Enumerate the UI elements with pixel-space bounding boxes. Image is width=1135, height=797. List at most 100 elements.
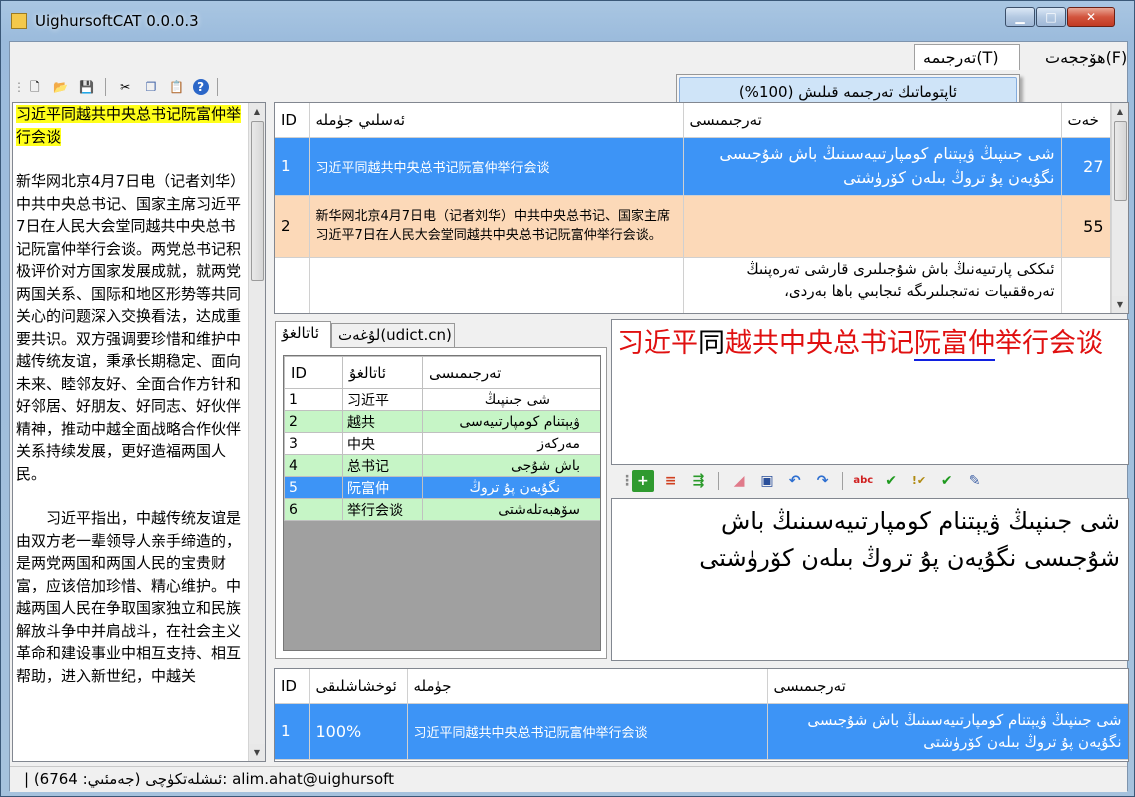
match-similarity: 100%: [309, 703, 408, 760]
segment-target[interactable]: شى جىنپىڭ ۋيېتنام كومپارتىيەسىنىڭ باش شۇ…: [683, 137, 1062, 196]
translation-editor[interactable]: شى جىنپىڭ ۋيېتنام كومپارتىيەسىنىڭ باش شۇ…: [611, 498, 1129, 661]
tm-match-row[interactable]: 1 100% 习近平同越共中央总书记阮富仲举行会谈 شى جىنپىڭ ۋيېت…: [275, 703, 1128, 760]
segments-scrollbar[interactable]: ▲ ▼: [1111, 103, 1128, 313]
source-scrollbar[interactable]: ▲ ▼: [248, 103, 265, 761]
term-source: 习近平: [342, 388, 423, 411]
copy-source-icon[interactable]: ⇶: [687, 470, 709, 492]
col-header-translation[interactable]: تەرجىمىسى: [422, 356, 600, 389]
check-icon[interactable]: ✔: [880, 470, 902, 492]
term-id: 5: [284, 476, 343, 499]
new-icon[interactable]: 🗋: [25, 77, 45, 97]
segment-id: 2: [275, 195, 310, 258]
col-header-id[interactable]: ID: [275, 669, 310, 704]
tab-terms[interactable]: ئاتالغۇ: [275, 321, 331, 348]
toolbar-separator: [718, 472, 720, 490]
segments-grid: ID ئەسلىي جۈملە تەرجىمىسى خەت 1 习近平同越共中央…: [274, 102, 1129, 314]
match-sentence: 习近平同越共中央总书记阮富仲举行会谈: [407, 703, 768, 760]
term-source: 阮富仲: [342, 476, 423, 499]
menu-translate[interactable]: تەرجىمە(T): [914, 44, 1020, 70]
save-icon[interactable]: ▣: [756, 470, 778, 492]
menu-file[interactable]: ھۆججەت(F): [1036, 44, 1135, 70]
close-icon: ✕: [1085, 10, 1097, 24]
minimize-icon: ▁: [1015, 10, 1025, 24]
segment-target[interactable]: ئىككى پارتىيەنىڭ باش شۇجىلىرى قارشى تەرە…: [683, 257, 1062, 313]
scroll-up-icon[interactable]: ▲: [1112, 103, 1128, 120]
undo-icon[interactable]: ↶: [784, 470, 806, 492]
col-header-term[interactable]: ئاتالغۇ: [342, 356, 423, 389]
scroll-up-icon[interactable]: ▲: [249, 103, 265, 120]
term-row[interactable]: 6 举行会谈 سۆھبەتلەشتى: [284, 498, 600, 521]
cut-icon[interactable]: ✂: [115, 77, 135, 97]
segment-row[interactable]: 2 新华网北京4月7日电（记者刘华）中共中央总书记、国家主席习近平7日在人民大会…: [275, 195, 1111, 258]
insert-icon[interactable]: ≡: [660, 470, 682, 492]
term-source: 越共: [342, 410, 423, 433]
window-title: UighursoftCAT 0.0.0.3: [35, 12, 199, 30]
status-bar: | (6764 :جەمئىي) ئىشلەتكۈچى: alim.ahat@u…: [10, 766, 1127, 792]
scroll-thumb[interactable]: [251, 121, 264, 281]
status-text: | (6764 :جەمئىي) ئىشلەتكۈچى: alim.ahat@u…: [24, 770, 395, 788]
paste-icon[interactable]: 📋: [167, 77, 187, 97]
scroll-down-icon[interactable]: ▼: [1112, 296, 1128, 313]
scroll-down-icon[interactable]: ▼: [249, 744, 265, 761]
grip-icon: ⋮: [13, 80, 25, 94]
preview-text: 习近平同越共中央总书记阮富仲举行会谈: [617, 324, 1127, 363]
col-header-sentence[interactable]: جۈملە: [407, 669, 768, 704]
tab-dictionary[interactable]: لۇغەت(udict.cn): [331, 323, 455, 347]
preview-term[interactable]: 举行会谈: [995, 328, 1103, 359]
term-translation: مەركەز: [422, 432, 600, 455]
scroll-thumb[interactable]: [1114, 121, 1127, 201]
close-button[interactable]: ✕: [1067, 7, 1115, 27]
term-translation: نگۇيەن پۇ تروڭ: [422, 476, 600, 499]
col-header-id[interactable]: ID: [275, 103, 310, 138]
open-icon[interactable]: 📂: [51, 77, 71, 97]
term-id: 1: [284, 388, 343, 411]
segment-id: [275, 257, 310, 313]
preview-term-link[interactable]: 阮富仲: [914, 328, 995, 361]
check-all-icon[interactable]: !✔: [908, 470, 930, 492]
help-icon[interactable]: ?: [192, 79, 209, 95]
segment-row[interactable]: ئىككى پارتىيەنىڭ باش شۇجىلىرى قارشى تەرە…: [275, 257, 1111, 313]
col-header-chars[interactable]: خەت: [1061, 103, 1111, 138]
term-row[interactable]: 1 习近平 شى جىنپىڭ: [284, 388, 600, 411]
maximize-button[interactable]: □: [1036, 7, 1066, 27]
col-header-source[interactable]: ئەسلىي جۈملە: [309, 103, 684, 138]
edit-doc-icon[interactable]: ✎: [964, 470, 986, 492]
spellcheck-icon[interactable]: abc: [852, 470, 874, 492]
menu-bar: ھۆججەت(F) تەرجىمە(T): [10, 42, 1127, 72]
edit-toolbar: ⋮ + ≡ ⇶ ◢ ▣ ↶ ↷ abc ✔ !✔ ✔ ✎ ⇩: [619, 469, 999, 513]
term-row[interactable]: 3 中央 مەركەز: [284, 432, 600, 455]
confirm-icon[interactable]: ✔: [936, 470, 958, 492]
segment-id: 1: [275, 137, 310, 196]
source-document-pane[interactable]: 习近平同越共中央总书记阮富仲举行会谈 新华网北京4月7日电（记者刘华）中共中央总…: [12, 102, 266, 762]
source-title-line: 习近平同越共中央总书记阮富仲举行会谈: [16, 105, 242, 146]
segment-row[interactable]: 1 习近平同越共中央总书记阮富仲举行会谈 شى جىنپىڭ ۋيېتنام ك…: [275, 137, 1111, 196]
col-header-translation[interactable]: تەرجىمىسى: [767, 669, 1128, 704]
col-header-target[interactable]: تەرجىمىسى: [683, 103, 1062, 138]
source-text: 习近平同越共中央总书记阮富仲举行会谈 新华网北京4月7日电（记者刘华）中共中央总…: [16, 103, 244, 687]
term-translation: ۋيېتنام كومپارتىيەسى: [422, 410, 600, 433]
preview-plain: 同: [698, 328, 725, 359]
add-icon[interactable]: +: [631, 470, 654, 492]
term-translation: باش شۇجى: [422, 454, 600, 477]
col-header-id[interactable]: ID: [284, 356, 343, 389]
save-icon[interactable]: 💾: [76, 77, 96, 97]
term-id: 3: [284, 432, 343, 455]
term-row[interactable]: 4 总书记 باش شۇجى: [284, 454, 600, 477]
translation-editor-text[interactable]: شى جىنپىڭ ۋيېتنام كومپارتىيەسىنىڭ باش شۇ…: [620, 503, 1120, 577]
segment-target[interactable]: [683, 195, 1062, 258]
preview-term[interactable]: 越共中央总书记: [725, 328, 914, 359]
redo-icon[interactable]: ↷: [812, 470, 834, 492]
preview-term[interactable]: 习近平: [617, 328, 698, 359]
app-icon: [11, 13, 27, 29]
minimize-button[interactable]: ▁: [1005, 7, 1035, 27]
copy-icon[interactable]: ❐: [141, 77, 161, 97]
grip-icon: ⋮: [620, 473, 634, 489]
app-window: UighursoftCAT 0.0.0.3 ▁ □ ✕ ھۆججەت(F) تە…: [0, 0, 1135, 797]
match-id: 1: [275, 703, 310, 760]
match-translation: شى جىنپىڭ ۋيېتنام كومپارتىيەسىنىڭ باش شۇ…: [767, 703, 1128, 760]
term-row[interactable]: 5 阮富仲 نگۇيەن پۇ تروڭ: [284, 476, 600, 499]
col-header-similarity[interactable]: ئوخشاشلىقى: [309, 669, 408, 704]
erase-icon[interactable]: ◢: [728, 470, 750, 492]
term-row[interactable]: 2 越共 ۋيېتنام كومپارتىيەسى: [284, 410, 600, 433]
source-paragraph: 习近平指出，中越传统友谊是由双方老一辈领导人亲手缔造的，是两党两国和两国人民的宝…: [16, 509, 242, 685]
